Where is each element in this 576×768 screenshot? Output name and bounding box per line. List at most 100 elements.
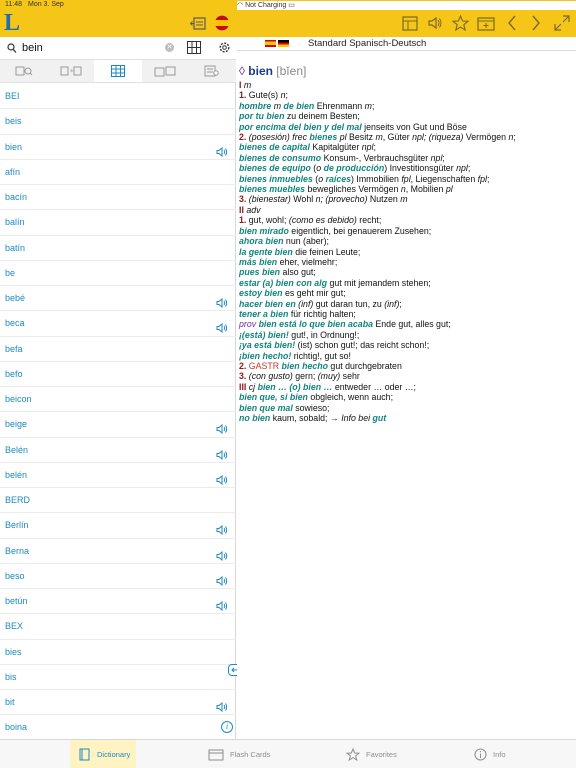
translation-text: ; bbox=[399, 298, 402, 309]
translation-text: eigentlich, bei genauerem Zusehen; bbox=[288, 225, 432, 236]
mode-wildcard-search[interactable]: * bbox=[47, 60, 94, 82]
tab-flash-cards[interactable]: Flash Cards bbox=[200, 740, 280, 768]
list-item[interactable]: bien bbox=[0, 135, 236, 160]
favorite-star-icon[interactable] bbox=[450, 14, 470, 32]
mode-phonetic-search[interactable] bbox=[0, 60, 47, 82]
search-input[interactable] bbox=[22, 39, 162, 57]
list-item[interactable]: Belén bbox=[0, 438, 236, 463]
clear-search-icon[interactable]: ✕ bbox=[165, 43, 174, 52]
list-item[interactable]: be bbox=[0, 261, 236, 286]
book-icon bbox=[78, 748, 91, 761]
translation-text: eher, vielmehr; bbox=[277, 256, 338, 267]
translation-text: nun (aber); bbox=[283, 236, 329, 247]
example-phrase: raíces bbox=[325, 173, 351, 184]
next-entry-icon[interactable] bbox=[526, 14, 546, 32]
list-item[interactable]: balín bbox=[0, 210, 236, 236]
translation-text: es geht mir gut; bbox=[282, 288, 346, 299]
list-item[interactable]: bacín bbox=[0, 185, 236, 211]
list-item[interactable]: BEI bbox=[0, 84, 236, 110]
list-item[interactable]: beige bbox=[0, 412, 236, 438]
example-phrase: bienes inmuebles bbox=[239, 173, 313, 184]
translation-text: Vermögen bbox=[463, 132, 509, 143]
list-item[interactable]: beca bbox=[0, 311, 236, 337]
list-item-label: bies bbox=[5, 646, 22, 657]
translation-text: sowieso; bbox=[292, 402, 330, 413]
translation-text: recht; bbox=[356, 215, 382, 226]
mode-alphabetic-list[interactable] bbox=[94, 60, 142, 82]
entry-line: hombre m de bien Ehrenmann m; bbox=[239, 101, 574, 111]
cross-reference[interactable]: gut bbox=[373, 413, 387, 423]
add-flashcard-icon[interactable] bbox=[476, 14, 496, 32]
list-item[interactable]: bit bbox=[0, 690, 236, 716]
entry-line: hacer bien en (inf) gut daran tun, zu (i… bbox=[239, 299, 574, 309]
translation-text: zu deinem Besten; bbox=[284, 111, 360, 122]
battery-icon: ▭ bbox=[288, 2, 295, 9]
tab-favorites[interactable]: Favorites bbox=[338, 740, 408, 768]
example-phrase: bienes de equipo bbox=[239, 163, 311, 174]
tab-info[interactable]: Info bbox=[466, 740, 526, 768]
mode-fulltext-search[interactable] bbox=[189, 60, 236, 82]
list-item[interactable]: belén bbox=[0, 463, 236, 488]
previous-entry-icon[interactable] bbox=[502, 14, 522, 32]
entry-line: bienes inmuebles (o raíces) Immobilien f… bbox=[239, 174, 574, 184]
entry-line: I m bbox=[239, 80, 574, 90]
dictionary-header: Standard Spanisch-Deutsch bbox=[237, 37, 576, 51]
grammar-note: (como es debido) bbox=[288, 215, 357, 226]
tab-dictionary[interactable]: Dictionary bbox=[70, 740, 136, 768]
example-phrase: la gente bien bbox=[239, 246, 293, 257]
translation-text: sehr bbox=[340, 371, 360, 382]
translation-text: Kapitalgüter bbox=[309, 142, 362, 153]
example-phrase: bienes de capital bbox=[239, 142, 310, 153]
list-item[interactable]: BERD bbox=[0, 488, 236, 514]
entry-line: 3. (bienestar) Wohl n; (provecho) Nutzen… bbox=[239, 194, 574, 204]
grammar-note: fpl bbox=[477, 173, 487, 184]
entry-line: bienes muebles bewegliches Vermögen n, M… bbox=[239, 184, 574, 194]
example-phrase: más bien bbox=[239, 256, 278, 267]
list-item[interactable]: BEX bbox=[0, 614, 236, 640]
translation-text: richtig!, gut so! bbox=[291, 350, 351, 361]
tab-label: Favorites bbox=[366, 750, 397, 759]
gear-icon[interactable] bbox=[218, 41, 231, 59]
example-phrase: estar (a) bien con alg bbox=[239, 277, 327, 288]
grid-view-icon[interactable] bbox=[187, 41, 201, 59]
translation-text: , Mobilien bbox=[405, 184, 446, 195]
list-item-label: bit bbox=[5, 697, 15, 707]
table-icon[interactable] bbox=[400, 14, 420, 32]
translation-text: die feinen Leute; bbox=[292, 246, 361, 257]
info-icon[interactable]: i bbox=[221, 721, 233, 734]
list-item[interactable]: batín bbox=[0, 236, 236, 261]
mode-compound-search[interactable] bbox=[142, 60, 189, 82]
translation-text: , Güter bbox=[382, 132, 413, 143]
list-item-label: beige bbox=[5, 419, 28, 430]
search-mode-tabs: * bbox=[0, 59, 236, 83]
example-phrase: bienes de consumo bbox=[239, 152, 322, 163]
language-flag-icon[interactable] bbox=[212, 14, 232, 32]
list-item[interactable]: beis bbox=[0, 109, 236, 135]
translation-text: für richtig halten; bbox=[288, 308, 356, 319]
headword-line: ◊ bien [bĭen] bbox=[239, 64, 574, 79]
expand-icon[interactable] bbox=[552, 14, 572, 32]
list-item-label: BEX bbox=[5, 621, 24, 632]
wifi-icon: ◠ bbox=[237, 2, 244, 9]
list-item[interactable]: bis bbox=[0, 665, 236, 690]
speaker-icon[interactable] bbox=[425, 14, 445, 32]
list-item[interactable]: Berna bbox=[0, 539, 236, 564]
list-item[interactable]: Berlín bbox=[0, 513, 236, 539]
entry-line: II adv bbox=[239, 205, 574, 215]
translation-text: bewegliches Vermögen bbox=[305, 184, 401, 195]
word-list-panel: ✕ * BEI beis bien afín bacín balín batín be bebé… bbox=[0, 37, 236, 741]
list-item[interactable]: afín bbox=[0, 160, 236, 185]
list-item[interactable]: bies bbox=[0, 640, 236, 665]
back-to-list-icon[interactable] bbox=[188, 14, 208, 32]
grammar-note: pl bbox=[445, 184, 453, 195]
list-item[interactable]: beso bbox=[0, 564, 236, 589]
list-item[interactable]: bebé bbox=[0, 286, 236, 312]
list-item[interactable]: befa bbox=[0, 337, 236, 362]
list-item[interactable]: betún bbox=[0, 589, 236, 615]
list-item[interactable]: beicon bbox=[0, 387, 236, 413]
translation-text: Gute(s) bbox=[246, 90, 281, 101]
list-item[interactable]: befo bbox=[0, 362, 236, 387]
list-item[interactable]: boina i bbox=[0, 715, 236, 741]
lozenge-icon: ◊ bbox=[239, 64, 245, 78]
entry-line: 1. Gute(s) n; bbox=[239, 90, 574, 100]
